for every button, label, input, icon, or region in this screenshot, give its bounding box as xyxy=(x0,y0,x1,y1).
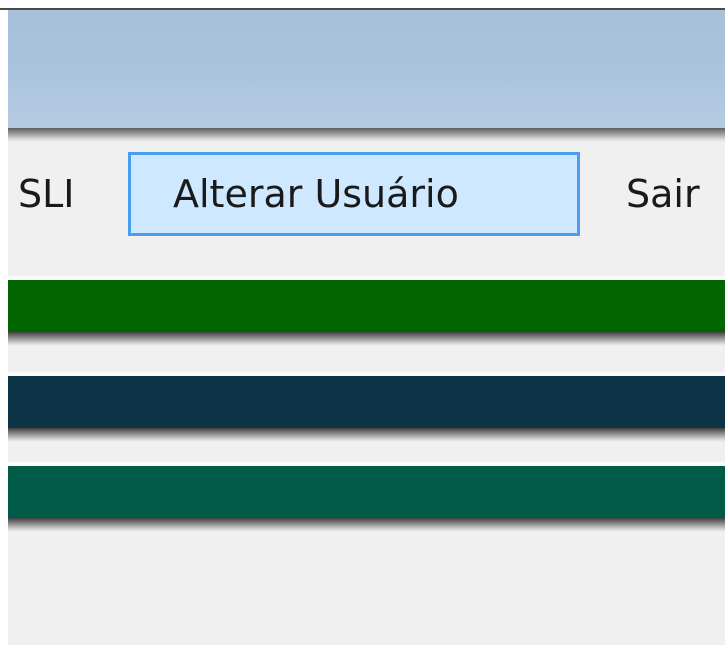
green-band-shadow xyxy=(8,332,725,346)
application-window: SLI Alterar Usuário Sair xyxy=(8,10,725,645)
menu-item-alterar-usuario-label: Alterar Usuário xyxy=(173,172,459,216)
menu-item-sli[interactable]: SLI xyxy=(12,152,81,236)
green-band[interactable] xyxy=(8,280,725,332)
teal-band[interactable] xyxy=(8,466,725,518)
navy-band-shadow xyxy=(8,428,725,442)
menu-bar: SLI Alterar Usuário Sair xyxy=(8,142,725,246)
title-bar-shadow xyxy=(8,128,725,142)
teal-band-shadow xyxy=(8,518,725,532)
menu-item-sli-label: SLI xyxy=(18,172,75,216)
menu-item-sair[interactable]: Sair xyxy=(620,152,706,236)
content-area xyxy=(8,532,725,645)
title-bar[interactable] xyxy=(8,10,725,128)
navy-band[interactable] xyxy=(8,376,725,428)
menu-item-sair-label: Sair xyxy=(626,172,700,216)
menu-item-alterar-usuario[interactable]: Alterar Usuário xyxy=(128,152,580,236)
